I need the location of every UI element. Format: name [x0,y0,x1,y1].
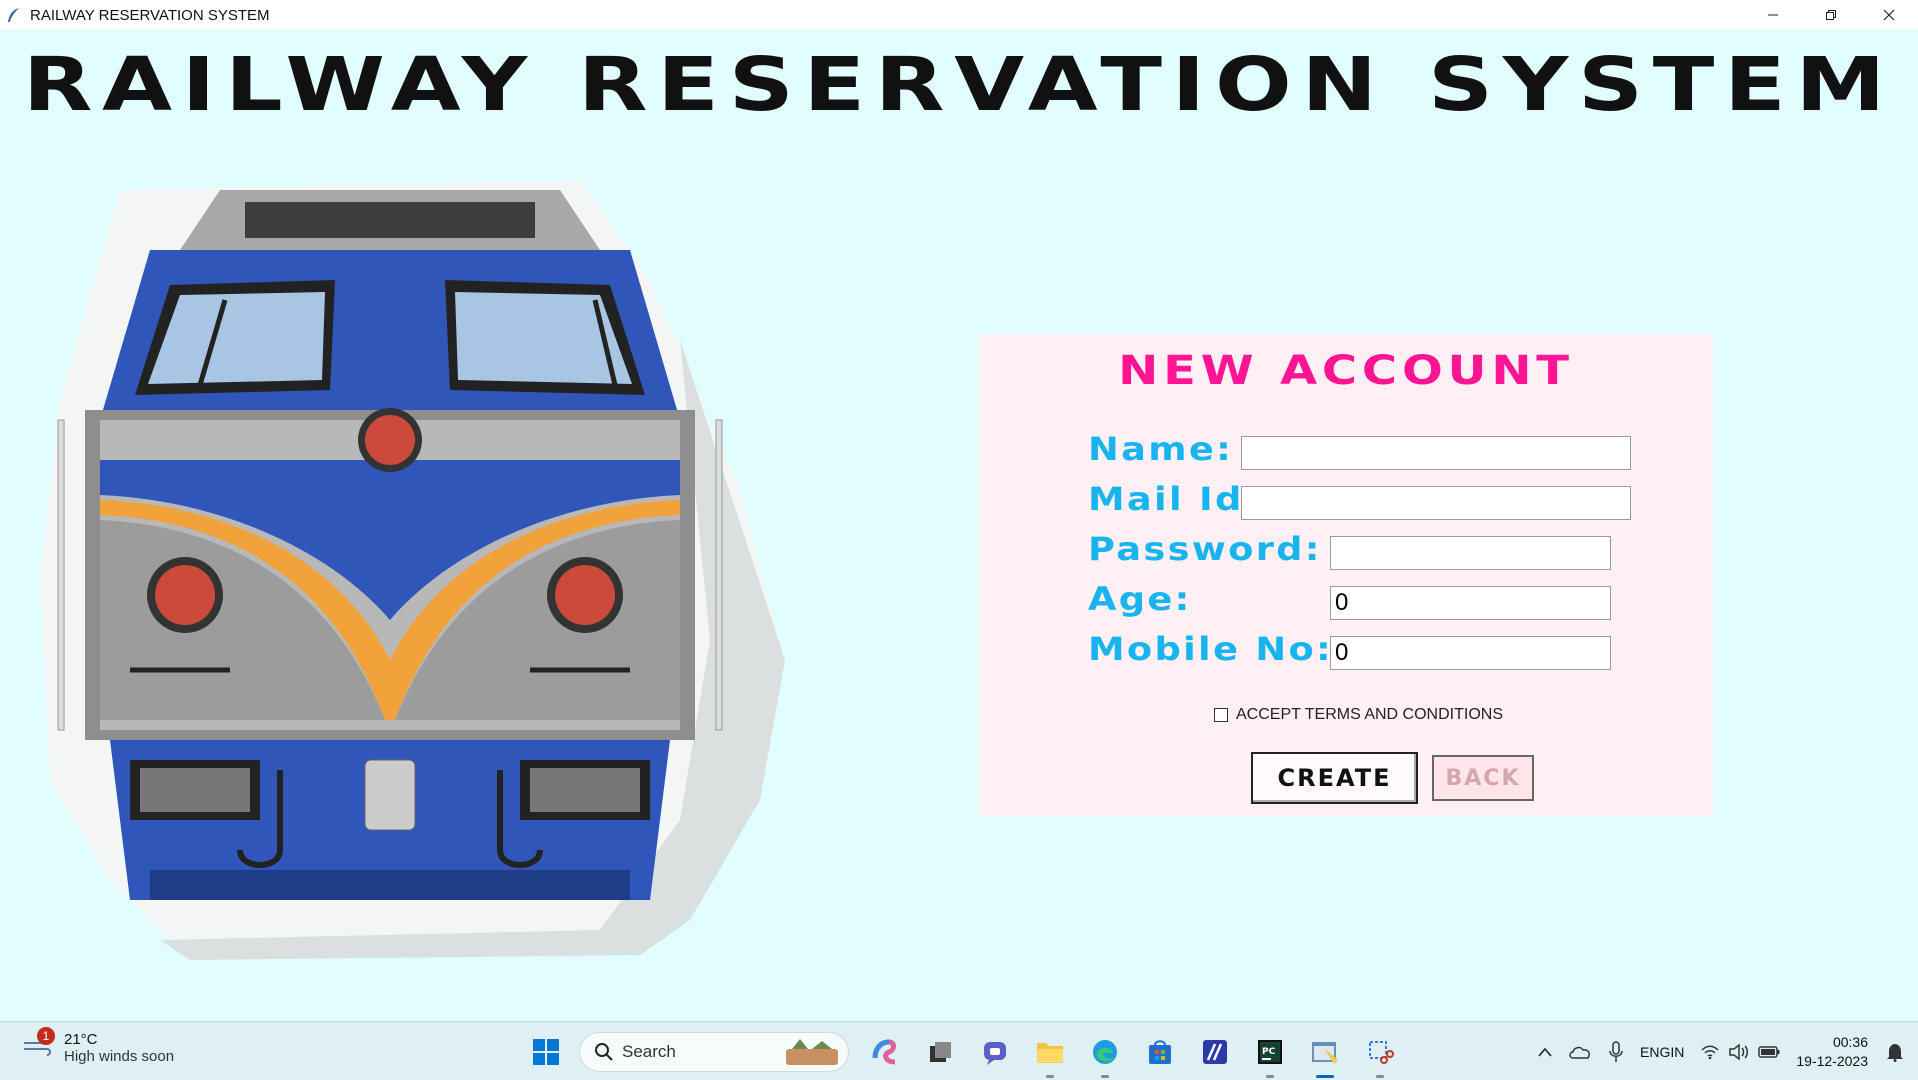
notifications-button[interactable] [1886,1042,1904,1062]
clock-date: 19-12-2023 [1796,1052,1868,1069]
windows-icon [533,1039,559,1065]
store-icon [1149,1040,1171,1064]
region-code: IN [1670,1043,1685,1060]
copilot-icon [872,1039,896,1065]
weather-alert-badge: 1 [37,1027,55,1045]
minimize-button[interactable] [1744,0,1802,30]
wifi-icon [1701,1045,1719,1059]
mail-id-input[interactable] [1241,486,1631,520]
pycharm-icon: PC [1258,1040,1282,1064]
name-label: Name: [1088,430,1234,468]
weather-condition: High winds soon [64,1048,175,1065]
clock-time: 00:36 [1832,1033,1868,1050]
running-indicator [1376,1075,1384,1078]
file-explorer-app[interactable] [1028,1030,1072,1078]
mobile-no-input[interactable]: 0 [1330,636,1611,670]
accept-terms-label[interactable]: ACCEPT TERMS AND CONDITIONS [1236,706,1503,724]
edge-app[interactable] [1083,1030,1127,1078]
cloud-icon [1569,1046,1590,1059]
window-controls [1744,0,1918,30]
snipping-tool-app[interactable] [1358,1030,1402,1078]
battery-icon [1758,1045,1780,1058]
language-indicator[interactable]: ENG IN [1640,1043,1684,1061]
terms-row: ACCEPT TERMS AND CONDITIONS [1214,706,1503,724]
taskbar-apps: Search PC [524,1030,1413,1078]
restore-icon [1826,10,1836,20]
running-indicator [1046,1075,1054,1078]
bell-icon [1887,1043,1903,1062]
start-button[interactable] [524,1030,568,1074]
copilot-app[interactable] [863,1030,907,1074]
taskbar-search[interactable]: Search [579,1032,849,1072]
close-icon [1883,9,1895,21]
train-illustration [40,180,785,960]
page-title: RAILWAY RESERVATION SYSTEM [22,42,1896,128]
folder-icon [1037,1043,1063,1063]
microphone-icon [1609,1040,1623,1062]
panel-heading: NEW ACCOUNT [1118,348,1574,394]
show-hidden-icons-button[interactable] [1538,1047,1552,1057]
window-titlebar: RAILWAY RESERVATION SYSTEM [0,0,1918,30]
create-button[interactable]: CREATE [1251,752,1418,804]
restore-button[interactable] [1802,0,1860,30]
taskbar: 1 21°C High winds soon Search PC ENG IN … [0,1021,1918,1080]
accept-terms-checkbox[interactable] [1214,708,1228,722]
close-button[interactable] [1860,0,1918,30]
back-button[interactable]: BACK [1432,755,1534,801]
volume-icon [1729,1042,1749,1061]
task-view-app[interactable] [918,1030,962,1074]
chat-icon [984,1042,1006,1065]
minimize-icon [1768,14,1778,16]
weather-widget[interactable]: 1 21°C High winds soon [22,1027,175,1065]
editor-app[interactable] [1193,1030,1237,1074]
editor-icon [1203,1040,1227,1064]
clock[interactable]: 00:36 19-12-2023 [1796,1033,1868,1071]
python-app[interactable] [1303,1030,1347,1078]
edge-icon [1093,1040,1117,1064]
chevron-up-icon [1538,1047,1552,1057]
store-app[interactable] [1138,1030,1182,1074]
password-label: Password: [1088,530,1322,568]
system-tray: ENG IN 00:36 19-12-2023 [1530,1022,1918,1080]
search-placeholder: Search [622,1042,676,1061]
weather-temperature: 21°C [64,1031,98,1048]
pycharm-app[interactable]: PC [1248,1030,1292,1078]
window-title: RAILWAY RESERVATION SYSTEM [30,6,270,24]
microphone-button[interactable] [1608,1040,1624,1063]
mobile-no-label: Mobile No: [1088,630,1334,668]
age-input[interactable]: 0 [1330,586,1611,620]
age-label: Age: [1088,580,1192,618]
name-input[interactable] [1241,436,1631,470]
python-window-icon [1312,1042,1338,1064]
teams-chat-app[interactable] [973,1030,1017,1074]
svg-text:PC: PC [1262,1047,1276,1057]
running-indicator [1101,1075,1109,1078]
search-highlight-icon [786,1039,838,1065]
mail-id-label: Mail Id: [1088,480,1261,518]
language-code: ENG [1640,1043,1671,1060]
running-indicator [1266,1075,1274,1078]
password-input[interactable] [1330,536,1611,570]
search-icon [595,1043,613,1061]
quick-settings-button[interactable] [1700,1042,1780,1061]
active-indicator [1316,1075,1334,1078]
task-view-icon [930,1042,951,1062]
scissors-icon [1369,1041,1394,1064]
new-account-panel [979,334,1713,816]
onedrive-button[interactable] [1568,1044,1592,1060]
feather-icon [8,8,19,22]
